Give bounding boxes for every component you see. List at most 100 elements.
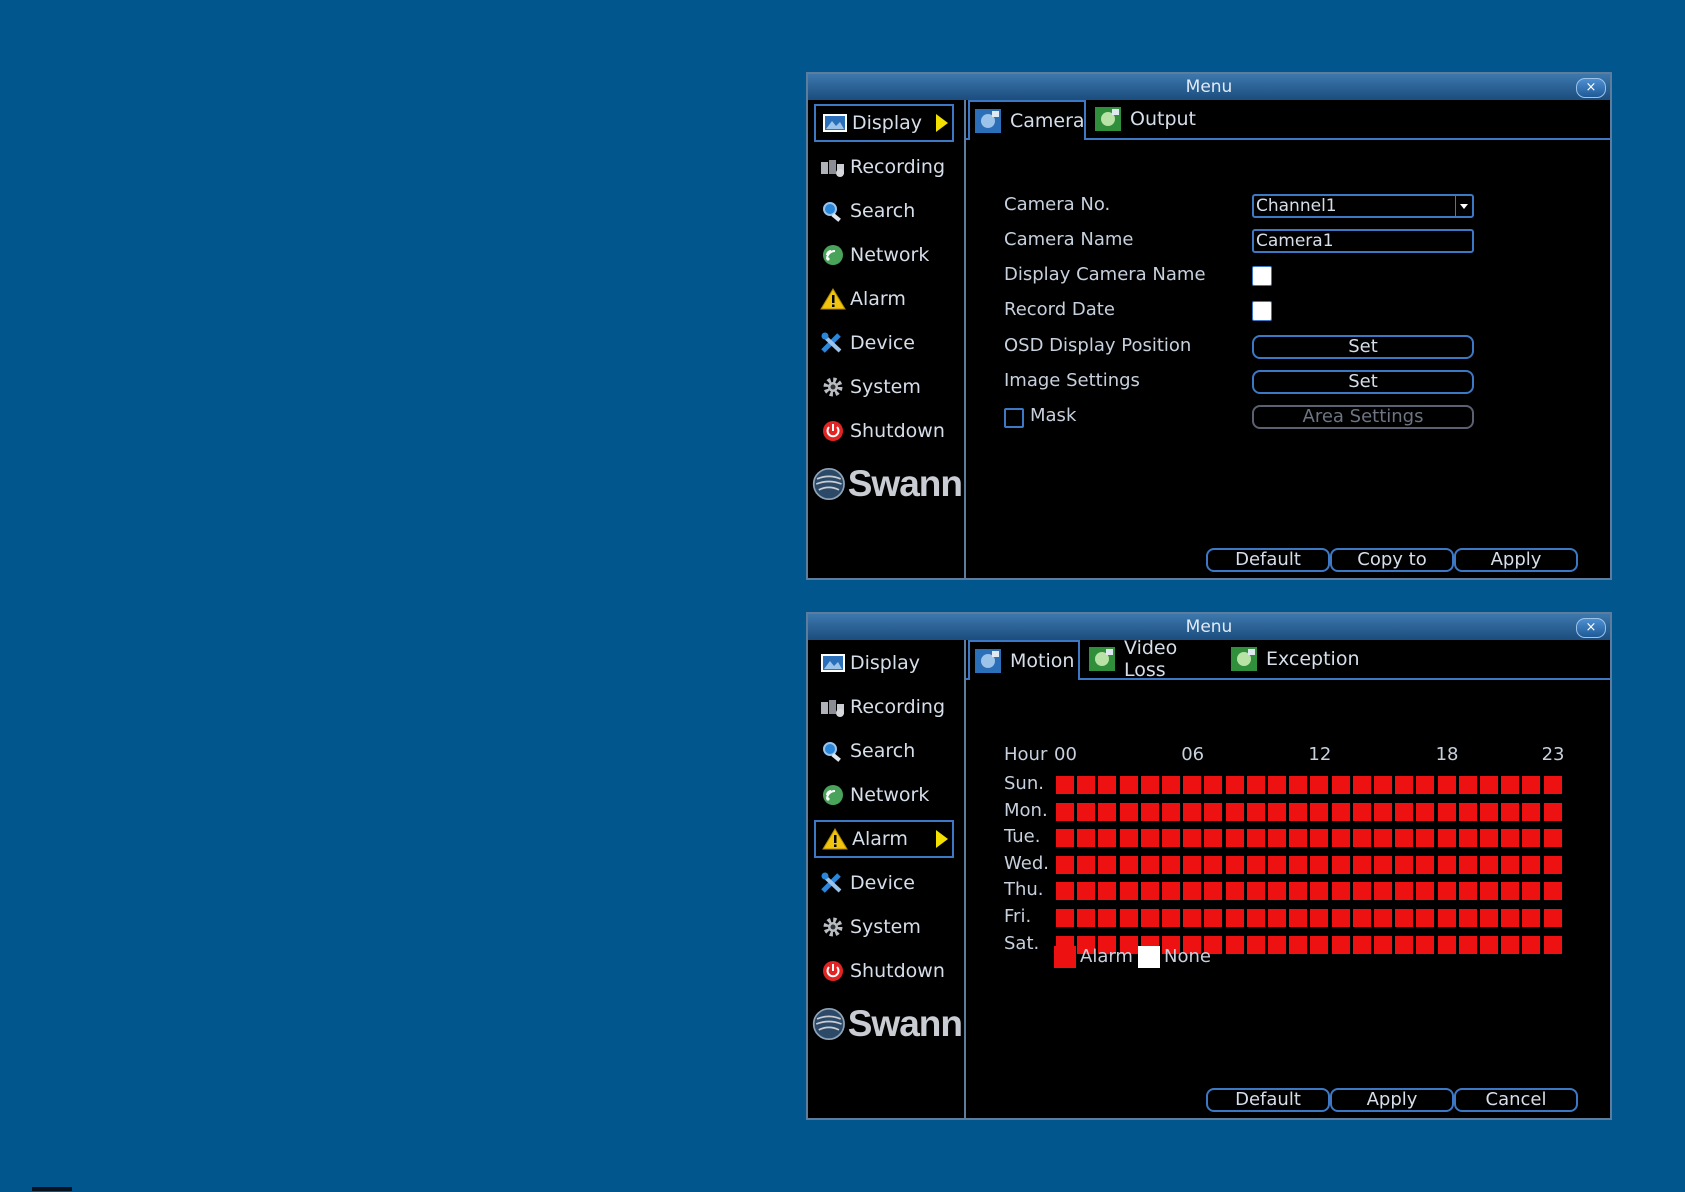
schedule-cell[interactable] (1098, 802, 1117, 821)
schedule-cell[interactable] (1204, 882, 1223, 901)
schedule-cell[interactable] (1310, 909, 1329, 927)
schedule-cell[interactable] (1140, 882, 1159, 901)
tab-exception[interactable]: Exception (1226, 640, 1366, 678)
area-settings-button[interactable]: Area Settings (1252, 405, 1474, 429)
schedule-cell[interactable] (1183, 882, 1202, 901)
schedule-cell[interactable] (1480, 935, 1498, 954)
tab-motion[interactable]: Motion (968, 640, 1080, 680)
schedule-cell[interactable] (1077, 909, 1096, 927)
default-button[interactable]: Default (1206, 548, 1330, 572)
schedule-cell[interactable] (1522, 776, 1541, 794)
schedule-cell[interactable] (1352, 829, 1371, 848)
schedule-cell[interactable] (1268, 802, 1286, 821)
schedule-cell[interactable] (1162, 909, 1180, 927)
copy-to-button[interactable]: Copy to (1330, 548, 1454, 572)
schedule-cell[interactable] (1077, 776, 1096, 794)
image-settings-set-button[interactable]: Set (1252, 370, 1474, 394)
schedule-cell[interactable] (1458, 935, 1477, 954)
schedule-cell[interactable] (1268, 855, 1286, 874)
schedule-cell[interactable] (1056, 776, 1074, 794)
schedule-cell[interactable] (1056, 855, 1074, 874)
sidebar-item-shutdown[interactable]: Shutdown (814, 952, 954, 990)
schedule-cell[interactable] (1395, 802, 1414, 821)
schedule-cell[interactable] (1162, 882, 1180, 901)
schedule-cell[interactable] (1268, 909, 1286, 927)
schedule-cell[interactable] (1543, 909, 1562, 927)
schedule-cell[interactable] (1268, 882, 1286, 901)
schedule-cell[interactable] (1077, 855, 1096, 874)
schedule-cell[interactable] (1246, 909, 1265, 927)
schedule-cell[interactable] (1204, 909, 1223, 927)
schedule-cell[interactable] (1501, 935, 1520, 954)
schedule-cell[interactable] (1374, 829, 1392, 848)
schedule-cell[interactable] (1543, 855, 1562, 874)
schedule-cell[interactable] (1289, 802, 1308, 821)
schedule-cell[interactable] (1522, 855, 1541, 874)
schedule-cell[interactable] (1395, 776, 1414, 794)
schedule-cell[interactable] (1310, 935, 1329, 954)
schedule-cell[interactable] (1246, 776, 1265, 794)
schedule-cell[interactable] (1458, 909, 1477, 927)
schedule-cell[interactable] (1543, 829, 1562, 848)
schedule-cell[interactable] (1204, 776, 1223, 794)
schedule-cell[interactable] (1480, 855, 1498, 874)
schedule-cell[interactable] (1437, 776, 1456, 794)
schedule-cell[interactable] (1501, 802, 1520, 821)
schedule-cell[interactable] (1246, 935, 1265, 954)
schedule-cell[interactable] (1352, 802, 1371, 821)
schedule-cell[interactable] (1204, 855, 1223, 874)
schedule-cell[interactable] (1140, 802, 1159, 821)
schedule-cell[interactable] (1437, 909, 1456, 927)
schedule-cell[interactable] (1268, 829, 1286, 848)
sidebar-item-device[interactable]: Device (814, 324, 954, 362)
schedule-cell[interactable] (1352, 855, 1371, 874)
schedule-cell[interactable] (1140, 909, 1159, 927)
schedule-cell[interactable] (1225, 829, 1244, 848)
schedule-cell[interactable] (1458, 829, 1477, 848)
schedule-cell[interactable] (1056, 882, 1074, 901)
schedule-cell[interactable] (1480, 909, 1498, 927)
schedule-cell[interactable] (1162, 829, 1180, 848)
schedule-cell[interactable] (1458, 776, 1477, 794)
schedule-cell[interactable] (1119, 909, 1138, 927)
schedule-cell[interactable] (1289, 776, 1308, 794)
schedule-cell[interactable] (1225, 855, 1244, 874)
cancel-button[interactable]: Cancel (1454, 1088, 1578, 1112)
sidebar-item-network[interactable]: Network (814, 236, 954, 274)
schedule-cell[interactable] (1225, 882, 1244, 901)
schedule-cell[interactable] (1246, 855, 1265, 874)
schedule-cell[interactable] (1395, 882, 1414, 901)
schedule-cell[interactable] (1501, 829, 1520, 848)
schedule-cell[interactable] (1416, 802, 1435, 821)
schedule-cell[interactable] (1119, 829, 1138, 848)
schedule-cell[interactable] (1331, 776, 1350, 794)
sidebar-item-shutdown[interactable]: Shutdown (814, 412, 954, 450)
schedule-cell[interactable] (1480, 882, 1498, 901)
default-button[interactable]: Default (1206, 1088, 1330, 1112)
schedule-cell[interactable] (1183, 855, 1202, 874)
apply-button[interactable]: Apply (1330, 1088, 1454, 1112)
close-button[interactable]: × (1576, 78, 1606, 98)
schedule-cell[interactable] (1162, 802, 1180, 821)
schedule-cell[interactable] (1395, 829, 1414, 848)
schedule-cell[interactable] (1204, 802, 1223, 821)
schedule-cell[interactable] (1543, 776, 1562, 794)
sidebar-item-display[interactable]: Display (814, 644, 954, 682)
schedule-cell[interactable] (1458, 802, 1477, 821)
schedule-cell[interactable] (1374, 935, 1392, 954)
schedule-cell[interactable] (1225, 935, 1244, 954)
sidebar-item-search[interactable]: Search (814, 732, 954, 770)
schedule-cell[interactable] (1416, 935, 1435, 954)
schedule-cell[interactable] (1522, 882, 1541, 901)
schedule-cell[interactable] (1374, 909, 1392, 927)
osd-set-button[interactable]: Set (1252, 335, 1474, 359)
schedule-cell[interactable] (1480, 802, 1498, 821)
schedule-cell[interactable] (1331, 882, 1350, 901)
schedule-cell[interactable] (1437, 829, 1456, 848)
schedule-cell[interactable] (1310, 855, 1329, 874)
schedule-cell[interactable] (1374, 882, 1392, 901)
schedule-cell[interactable] (1183, 829, 1202, 848)
schedule-cell[interactable] (1543, 802, 1562, 821)
schedule-cell[interactable] (1416, 855, 1435, 874)
schedule-cell[interactable] (1331, 855, 1350, 874)
